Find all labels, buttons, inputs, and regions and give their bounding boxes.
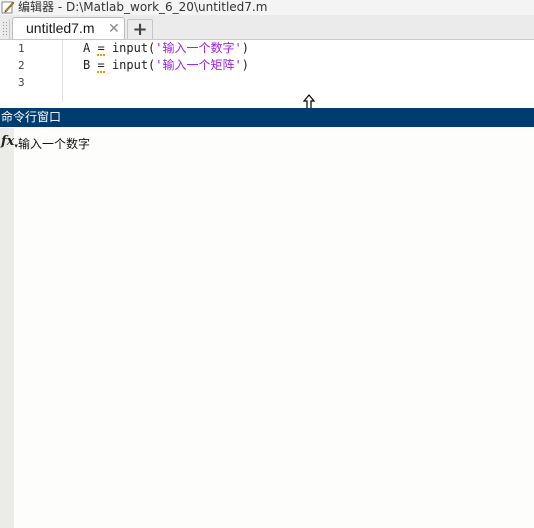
editor-tab-bar: untitled7.m ✕ + (0, 15, 534, 40)
command-window-header[interactable]: 命令行窗口 (0, 108, 534, 127)
assignment-operator: = (97, 58, 105, 72)
code-line[interactable]: B = input('输入一个矩阵') (83, 57, 249, 74)
variable-name: B (83, 58, 91, 72)
tab-untitled7[interactable]: untitled7.m ✕ (12, 17, 125, 39)
line-number: 2 (18, 59, 25, 72)
line-number: 3 (18, 76, 25, 89)
code-editor[interactable]: 1 2 3 A = input('输入一个数字') B = input('输入一… (0, 40, 534, 102)
close-paren: ) (241, 41, 249, 55)
close-tab-icon[interactable]: ✕ (108, 20, 120, 38)
tab-overflow-handle[interactable] (0, 19, 10, 39)
command-window-title: 命令行窗口 (1, 110, 62, 124)
title-bar: 编辑器 - D:\Matlab_work_6_20\untitled7.m (0, 0, 534, 15)
window-title: 编辑器 - D:\Matlab_work_6_20\untitled7.m (18, 0, 268, 14)
command-output: 输入一个数字 (18, 137, 91, 151)
tab-label: untitled7.m (26, 20, 95, 36)
add-tab-button[interactable]: + (127, 19, 153, 39)
string-literal: '输入一个矩阵' (155, 58, 242, 72)
function-call: input( (111, 41, 156, 55)
line-number: 1 (18, 42, 25, 55)
command-window[interactable]: fx▾ 输入一个数字 (0, 128, 534, 528)
function-browser-icon[interactable]: fx▾ (1, 134, 18, 150)
command-window-gutter: fx▾ (0, 128, 18, 528)
close-paren: ) (241, 58, 249, 72)
string-literal: '输入一个数字' (155, 41, 242, 55)
function-call: input( (111, 58, 156, 72)
variable-name: A (83, 41, 91, 55)
assignment-operator: = (97, 41, 105, 55)
line-number-gutter: 1 2 3 (0, 40, 63, 102)
code-line[interactable]: A = input('输入一个数字') (83, 40, 249, 57)
pen-edit-icon (1, 1, 15, 14)
